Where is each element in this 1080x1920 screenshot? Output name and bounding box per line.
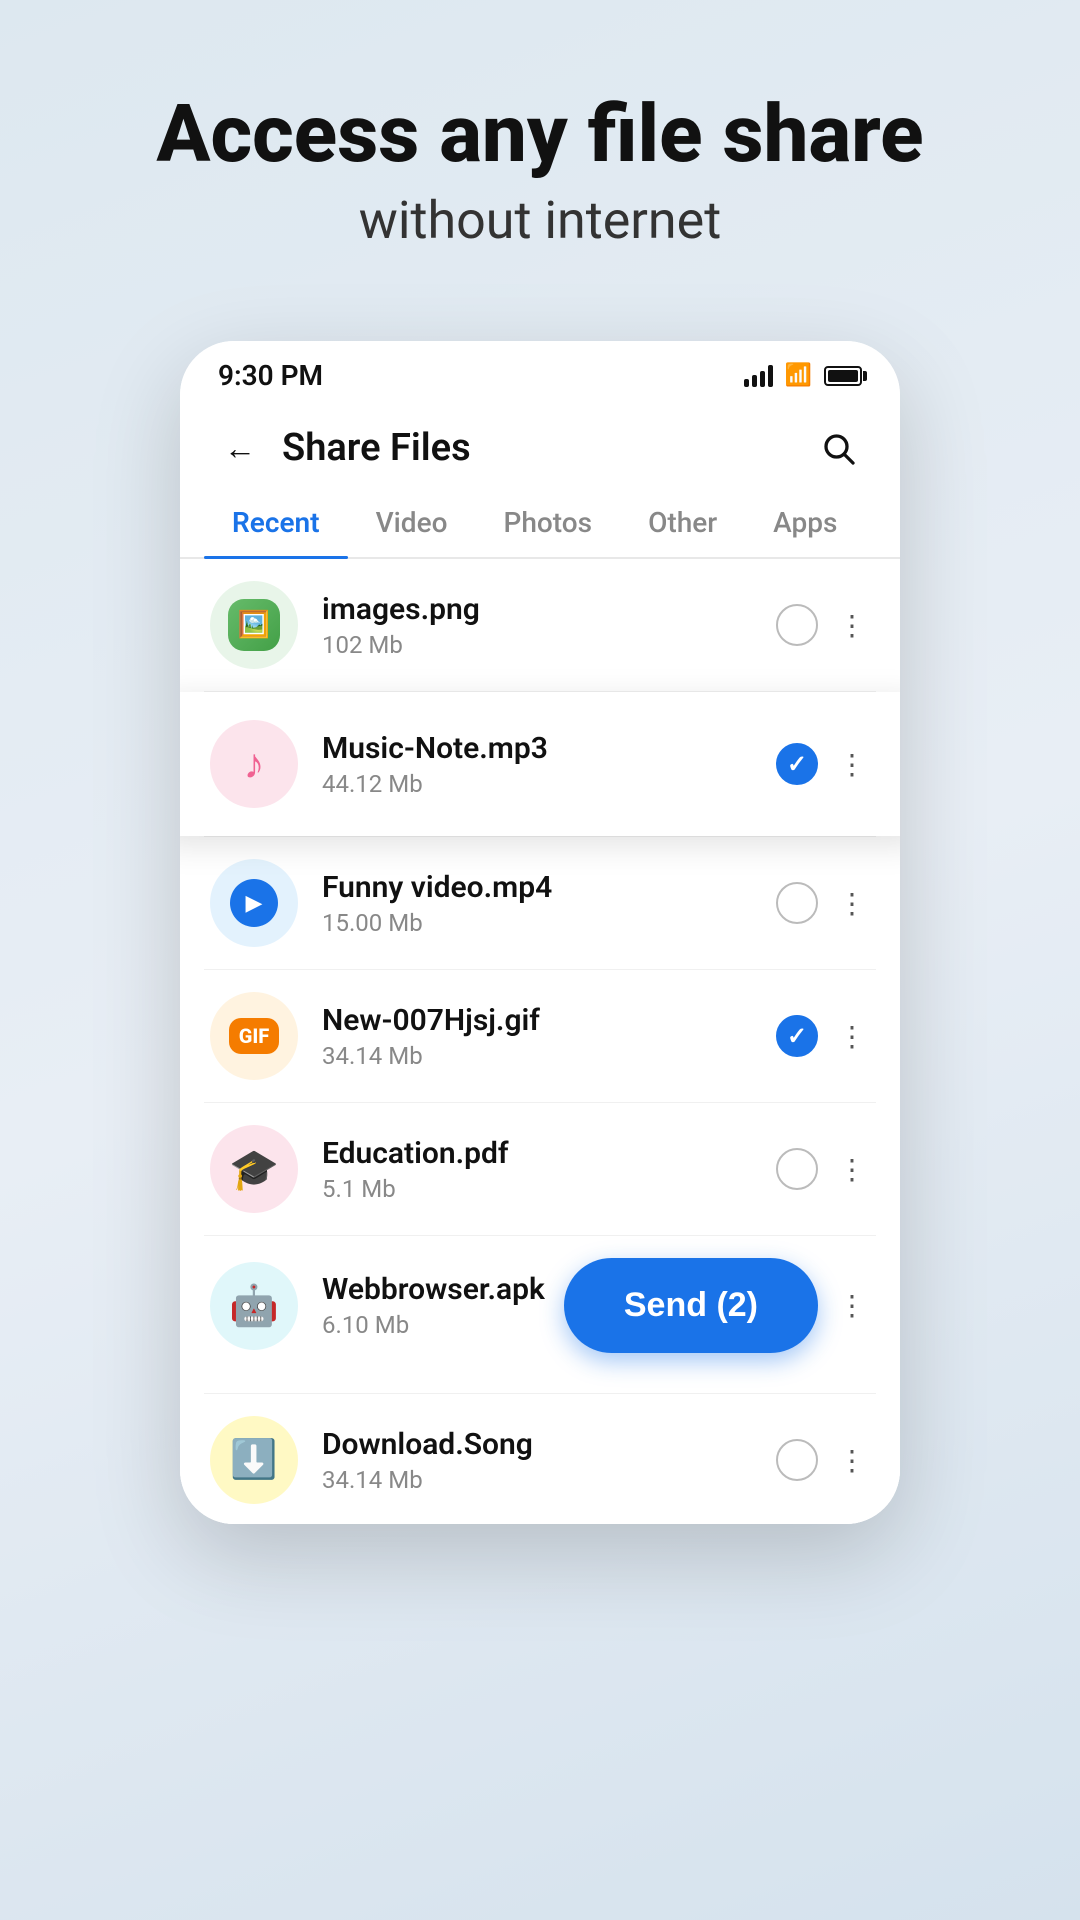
- music-icon: ♪: [244, 740, 265, 789]
- more-options-button[interactable]: ⋮: [834, 748, 870, 781]
- more-options-button[interactable]: ⋮: [834, 1020, 870, 1053]
- status-bar: 9:30 PM 📶: [180, 341, 900, 402]
- file-size: 44.12 Mb: [322, 770, 776, 798]
- file-size: 15.00 Mb: [322, 909, 776, 937]
- file-name: Music-Note.mp3: [322, 731, 776, 766]
- file-size: 102 Mb: [322, 631, 776, 659]
- select-checkbox[interactable]: [776, 1148, 818, 1190]
- file-type-icon: 🎓: [210, 1125, 298, 1213]
- play-icon: ▶: [230, 879, 278, 927]
- file-size: 5.1 Mb: [322, 1175, 776, 1203]
- list-item[interactable]: GIF New-007Hjsj.gif 34.14 Mb ✓ ⋮: [180, 970, 900, 1102]
- download-icon: ⬇️: [230, 1438, 277, 1482]
- file-info: images.png 102 Mb: [322, 592, 776, 659]
- back-button[interactable]: ←: [216, 424, 264, 472]
- file-actions: ✓ ⋮: [776, 743, 870, 785]
- file-actions: ⋮: [776, 604, 870, 646]
- file-size: 6.10 Mb: [322, 1311, 564, 1339]
- file-info: Webbrowser.apk 6.10 Mb: [322, 1272, 564, 1339]
- more-options-button[interactable]: ⋮: [834, 609, 870, 642]
- select-checkbox[interactable]: ✓: [776, 1015, 818, 1057]
- status-time: 9:30 PM: [218, 359, 323, 392]
- file-list: 🖼️ images.png 102 Mb ⋮ ♪ Music-Note.mp3 …: [180, 559, 900, 1524]
- tab-apps[interactable]: Apps: [745, 490, 865, 557]
- file-info: New-007Hjsj.gif 34.14 Mb: [322, 1003, 776, 1070]
- file-name: Download.Song: [322, 1427, 776, 1462]
- checkmark-icon: ✓: [787, 750, 807, 778]
- wifi-icon: 📶: [785, 363, 812, 388]
- select-checkbox[interactable]: ✓: [776, 743, 818, 785]
- file-size: 34.14 Mb: [322, 1042, 776, 1070]
- file-actions: ✓ ⋮: [776, 1015, 870, 1057]
- search-button[interactable]: [812, 422, 864, 474]
- file-type-icon: ▶: [210, 859, 298, 947]
- file-info: Music-Note.mp3 44.12 Mb: [322, 731, 776, 798]
- signal-icon: [744, 365, 773, 387]
- file-actions: ⋮: [776, 1148, 870, 1190]
- file-info: Funny video.mp4 15.00 Mb: [322, 870, 776, 937]
- apk-icon: 🤖: [229, 1282, 279, 1329]
- hero-subtitle: without internet: [156, 190, 923, 251]
- tab-recent[interactable]: Recent: [204, 490, 348, 557]
- file-name: Funny video.mp4: [322, 870, 776, 905]
- file-name: Education.pdf: [322, 1136, 776, 1171]
- gif-icon: GIF: [229, 1018, 280, 1054]
- image-icon: 🖼️: [228, 599, 280, 651]
- file-type-icon: ♪: [210, 720, 298, 808]
- select-checkbox[interactable]: [776, 882, 818, 924]
- search-icon: [820, 430, 856, 466]
- tab-photos[interactable]: Photos: [475, 490, 620, 557]
- more-options-button[interactable]: ⋮: [834, 1289, 870, 1322]
- battery-icon: [824, 366, 862, 386]
- tab-video[interactable]: Video: [348, 490, 476, 557]
- pdf-icon: 🎓: [229, 1146, 279, 1193]
- file-type-icon: 🖼️: [210, 581, 298, 669]
- send-button[interactable]: Send (2): [564, 1258, 818, 1353]
- checkmark-icon: ✓: [787, 1022, 807, 1050]
- file-name: New-007Hjsj.gif: [322, 1003, 776, 1038]
- page-title: Share Files: [282, 426, 812, 470]
- tab-bar: Recent Video Photos Other Apps: [180, 490, 900, 559]
- hero-title: Access any file share: [156, 90, 923, 178]
- file-actions: ⋮: [776, 1439, 870, 1481]
- select-checkbox[interactable]: [776, 1439, 818, 1481]
- list-item[interactable]: ♪ Music-Note.mp3 44.12 Mb ✓ ⋮: [180, 692, 900, 836]
- file-type-icon: ⬇️: [210, 1416, 298, 1504]
- file-name: images.png: [322, 592, 776, 627]
- back-arrow-icon: ←: [224, 429, 256, 467]
- more-options-button[interactable]: ⋮: [834, 1153, 870, 1186]
- file-type-icon: 🤖: [210, 1262, 298, 1350]
- file-info: Education.pdf 5.1 Mb: [322, 1136, 776, 1203]
- hero-section: Access any file share without internet: [156, 90, 923, 251]
- file-type-icon: GIF: [210, 992, 298, 1080]
- tab-other[interactable]: Other: [620, 490, 745, 557]
- file-actions: ⋮: [776, 882, 870, 924]
- select-checkbox[interactable]: [776, 604, 818, 646]
- file-size: 34.14 Mb: [322, 1466, 776, 1494]
- more-options-button[interactable]: ⋮: [834, 887, 870, 920]
- status-icons: 📶: [744, 363, 862, 388]
- app-header: ← Share Files: [180, 402, 900, 490]
- file-actions: Send (2) ⋮: [564, 1258, 870, 1353]
- list-item[interactable]: ⬇️ Download.Song 34.14 Mb ⋮: [180, 1394, 900, 1524]
- phone-mockup: 9:30 PM 📶 ← Share Files: [180, 341, 900, 1524]
- file-name: Webbrowser.apk: [322, 1272, 564, 1307]
- file-info: Download.Song 34.14 Mb: [322, 1427, 776, 1494]
- list-item[interactable]: 🎓 Education.pdf 5.1 Mb ⋮: [180, 1103, 900, 1235]
- list-item[interactable]: ▶ Funny video.mp4 15.00 Mb ⋮: [180, 837, 900, 969]
- more-options-button[interactable]: ⋮: [834, 1444, 870, 1477]
- list-item[interactable]: 🤖 Webbrowser.apk 6.10 Mb Send (2) ⋮: [180, 1236, 900, 1393]
- list-item[interactable]: 🖼️ images.png 102 Mb ⋮: [180, 559, 900, 691]
